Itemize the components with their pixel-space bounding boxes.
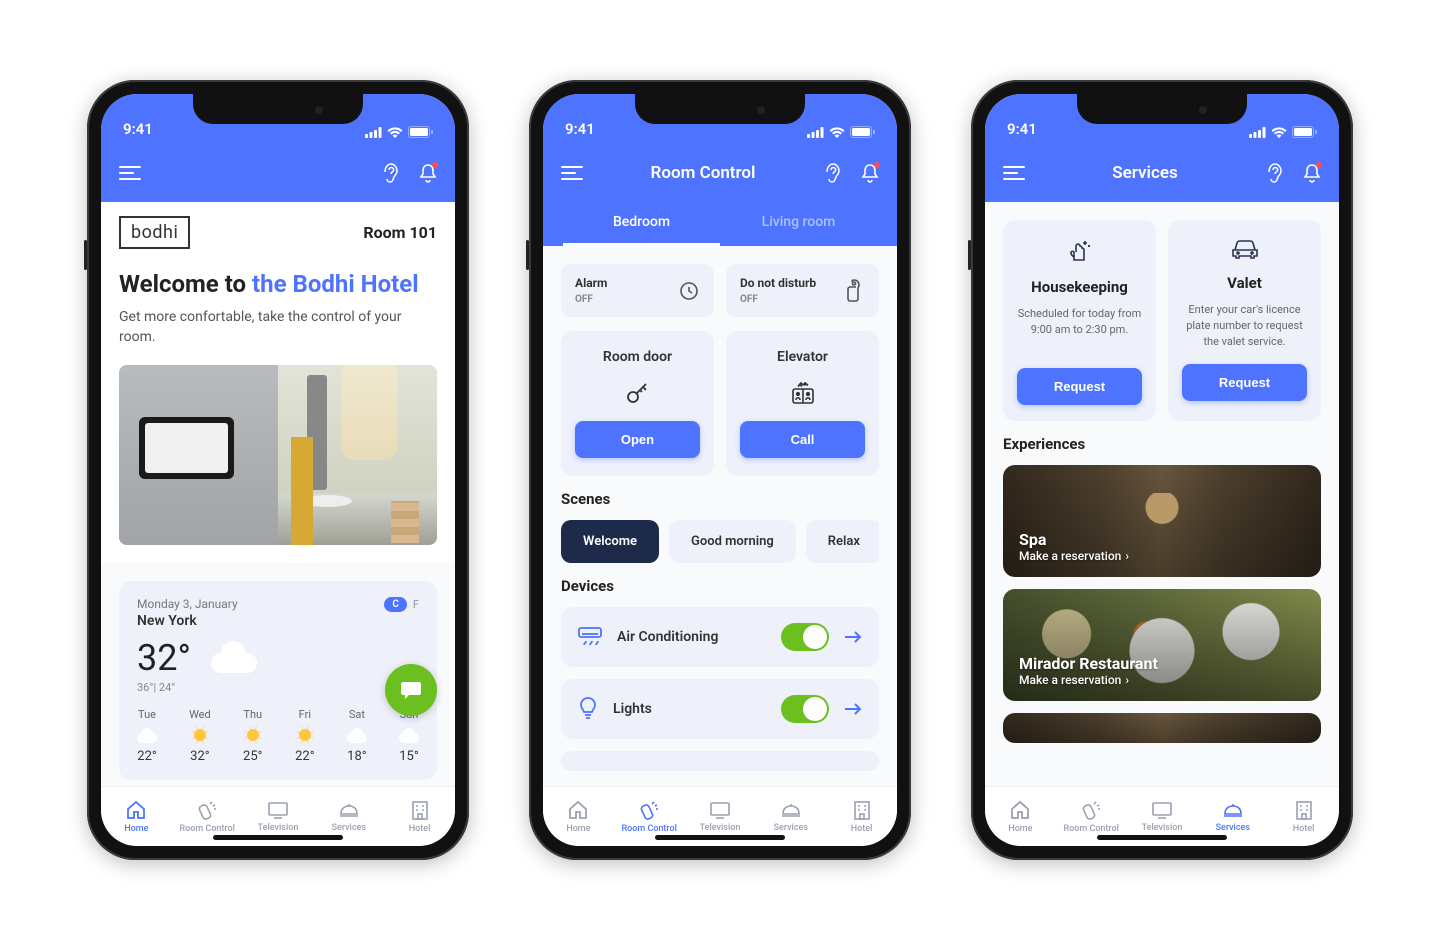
room-header: bodhi Room 101 [119,216,437,249]
request-valet-button[interactable]: Request [1182,364,1307,401]
request-housekeeping-button[interactable]: Request [1017,368,1142,405]
room-tabs: Bedroom Living room [543,202,897,246]
home-indicator [213,835,343,840]
hi-lo-temp: 36°| 24° [137,681,419,694]
tab-hotel[interactable]: Hotel [1268,787,1339,846]
menu-icon[interactable] [561,166,583,180]
clock-icon [678,280,700,302]
hand-sparkle-icon [1066,238,1094,268]
experience-more[interactable] [1003,713,1321,743]
tab-living-room[interactable]: Living room [720,202,877,246]
tab-home[interactable]: Home [543,787,614,846]
signal-icon [365,127,382,138]
assistant-icon[interactable] [823,162,841,184]
scene-relax[interactable]: Relax [806,520,879,563]
home-indicator [655,835,785,840]
notch [635,94,805,124]
forecast-day: Sun15° [399,708,419,764]
chevron-right-icon: › [1125,673,1129,687]
page-title: Services [1025,163,1265,183]
lights-toggle[interactable] [781,695,829,723]
bell-icon[interactable] [861,163,879,183]
elevator-card: Elevator Call [726,331,879,476]
cloud-icon [211,643,257,673]
temp-unit-toggle[interactable]: C F [384,597,419,612]
page-title: Room Control [583,163,823,183]
door-hanger-icon [845,279,865,303]
bell-icon[interactable] [1303,163,1321,183]
tab-bedroom[interactable]: Bedroom [563,202,720,246]
alarm-card[interactable]: AlarmOFF [561,264,714,317]
assistant-icon[interactable] [381,162,399,184]
open-door-button[interactable]: Open [575,421,700,458]
battery-icon [408,126,433,138]
forecast-day: Tue22° [137,708,157,764]
app-bar [101,144,455,202]
menu-icon[interactable] [1003,166,1025,180]
assistant-icon[interactable] [1265,162,1283,184]
weather-date: Monday 3, January [137,597,238,611]
scene-welcome[interactable]: Welcome [561,520,659,563]
forecast-day: Thu25° [243,708,263,764]
forecast-day: Fri22° [295,708,315,764]
room-door-card: Room door Open [561,331,714,476]
current-temp: 32° [137,637,191,679]
weather-city: New York [137,613,238,629]
unit-fahrenheit[interactable]: F [413,598,419,611]
ac-toggle[interactable] [781,623,829,651]
status-time: 9:41 [1007,120,1037,138]
scenes-heading: Scenes [561,490,879,508]
forecast-day: Wed32° [189,708,211,764]
ac-icon [577,626,603,648]
device-lights[interactable]: Lights [561,679,879,739]
menu-icon[interactable] [119,166,141,180]
bell-icon[interactable] [419,163,437,183]
experience-spa[interactable]: Spa Make a reservation› [1003,465,1321,577]
phone-room-control: 9:41 Room Control Bedroom Living room [529,80,911,860]
tab-hotel[interactable]: Hotel [384,787,455,846]
call-elevator-button[interactable]: Call [740,421,865,458]
chevron-right-icon[interactable] [843,702,863,716]
home-indicator [1097,835,1227,840]
unit-celsius[interactable]: C [384,597,407,612]
phone-home: 9:41 bodhi Room 101 [87,80,469,860]
key-icon [624,379,652,407]
app-bar: Room Control [543,144,897,202]
dnd-card[interactable]: Do not disturbOFF [726,264,879,317]
tab-home[interactable]: Home [101,787,172,846]
chevron-right-icon: › [1125,549,1129,563]
notch [1077,94,1247,124]
status-time: 9:41 [123,120,153,138]
status-icons [807,126,875,138]
elevator-icon [790,379,816,407]
forecast-day: Sat18° [347,708,367,764]
scene-good-morning[interactable]: Good morning [669,520,796,563]
device-ac[interactable]: Air Conditioning [561,607,879,667]
status-time: 9:41 [565,120,595,138]
housekeeping-card: Housekeeping Scheduled for today from 9:… [1003,220,1156,421]
status-icons [1249,126,1317,138]
forecast-row: Tue22° Wed32° Thu25° Fri22° Sat18° Sun15… [137,708,419,764]
phone-services: 9:41 Services Housekeeping Sch [971,80,1353,860]
notch [193,94,363,124]
devices-heading: Devices [561,577,879,595]
chat-fab[interactable] [385,664,437,716]
logo: bodhi [119,216,190,249]
experience-restaurant[interactable]: Mirador Restaurant Make a reservation› [1003,589,1321,701]
wifi-icon [387,127,403,138]
app-bar: Services [985,144,1339,202]
tab-home[interactable]: Home [985,787,1056,846]
room-number: Room 101 [363,223,437,242]
lightbulb-icon [577,696,599,722]
valet-card: Valet Enter your car's licence plate num… [1168,220,1321,421]
tab-hotel[interactable]: Hotel [826,787,897,846]
car-icon [1230,238,1260,264]
experiences-heading: Experiences [1003,435,1321,453]
room-photo [119,365,437,545]
chevron-right-icon[interactable] [843,630,863,644]
welcome-subtitle: Get more confortable, take the control o… [119,308,437,347]
welcome-heading: Welcome to the Bodhi Hotel [119,269,437,300]
status-icons [365,126,433,138]
device-more[interactable] [561,751,879,771]
